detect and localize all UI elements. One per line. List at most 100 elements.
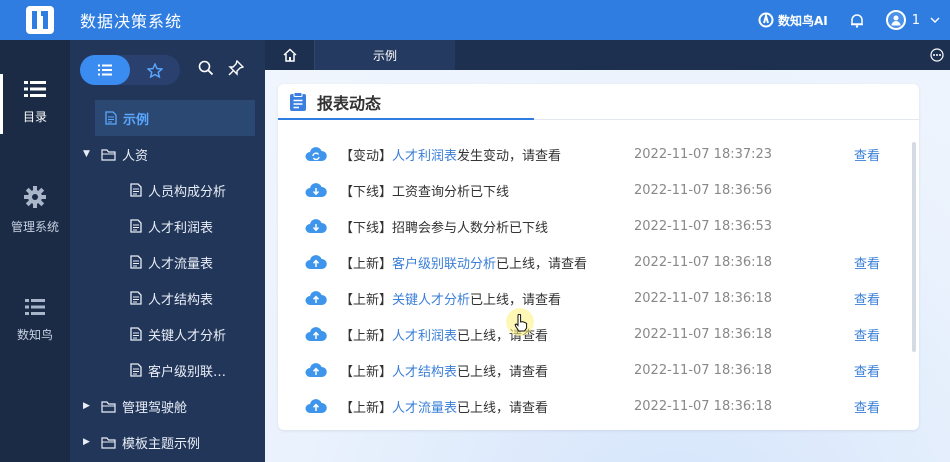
tree-item-label: 人员构成分析 xyxy=(148,184,227,200)
report-activity-card: 报表动态 【变动】人才利润表发生变动，请查看 2022-11-07 18:37:… xyxy=(278,84,919,430)
tree-toolbar xyxy=(70,40,265,100)
tree-item-talent-profit[interactable]: 人才利润表 xyxy=(70,208,265,244)
card-scrollbar[interactable] xyxy=(912,142,916,352)
activity-time: 2022-11-07 18:36:18 xyxy=(634,362,773,378)
clipboard-icon xyxy=(289,91,307,112)
rail-item-directory[interactable]: 目录 xyxy=(0,74,70,134)
bell-icon xyxy=(850,13,863,28)
report-icon xyxy=(130,363,142,377)
folder-icon xyxy=(101,400,116,413)
tree-item-staff-composition[interactable]: 人员构成分析 xyxy=(70,172,265,208)
search-icon xyxy=(198,60,214,76)
tree-item-label: 关键人才分析 xyxy=(148,328,227,344)
activity-row: 【变动】人才利润表发生变动，请查看 2022-11-07 18:37:23 查看 xyxy=(278,136,898,172)
rail-label-directory: 目录 xyxy=(22,110,47,124)
home-tab[interactable] xyxy=(265,40,315,70)
report-icon xyxy=(130,183,142,197)
header-actions: 数知鸟AI 1 xyxy=(758,0,950,40)
folder-icon xyxy=(101,148,116,161)
activity-row: 【上新】客户级别联动分析已上线，请查看 2022-11-07 18:36:18 … xyxy=(278,244,898,280)
tab-more-button[interactable] xyxy=(930,48,944,66)
tree-item-cockpit[interactable]: ▶ 管理驾驶舱 xyxy=(70,388,265,424)
report-link[interactable]: 人才利润表 xyxy=(392,329,457,344)
ai-assistant-button[interactable]: 数知鸟AI xyxy=(758,12,828,29)
gear-icon xyxy=(24,186,46,208)
tree-item-talent-flow[interactable]: 人才流量表 xyxy=(70,244,265,280)
tree-item-hr[interactable]: ▼ 人资 xyxy=(70,136,265,172)
activity-time: 2022-11-07 18:36:53 xyxy=(634,218,773,234)
activity-row: 【上新】关键人才分析已上线，请查看 2022-11-07 18:36:18 查看 xyxy=(278,280,898,316)
report-link[interactable]: 人才结构表 xyxy=(392,365,457,380)
view-link[interactable]: 查看 xyxy=(854,253,880,272)
activity-time: 2022-11-07 18:36:18 xyxy=(634,398,773,414)
view-link[interactable]: 查看 xyxy=(854,361,880,380)
rail-item-shuzhiniao[interactable]: 数知鸟 xyxy=(0,298,70,343)
activity-text: 【上新】客户级别联动分析已上线，请查看 xyxy=(340,256,588,272)
title-underline xyxy=(278,118,534,120)
chevron-down-icon xyxy=(930,17,940,23)
tree-item-label: 人资 xyxy=(122,148,149,164)
tree-item-template-themes[interactable]: ▶ 模板主题示例 xyxy=(70,424,265,460)
report-link[interactable]: 关键人才分析 xyxy=(392,293,470,308)
tree-item-label: 人才利润表 xyxy=(148,220,214,236)
activity-row: 【上新】人才利润表已上线，请查看 2022-11-07 18:36:18 查看 xyxy=(278,316,898,352)
list-icon xyxy=(25,299,45,315)
tree-item-label: 客户级别联… xyxy=(148,364,227,380)
activity-text: 【上新】人才流量表已上线，请查看 xyxy=(340,400,549,416)
activity-time: 2022-11-07 18:36:18 xyxy=(634,326,773,342)
tree-item-label: 示例 xyxy=(123,112,150,128)
cloud-download-icon xyxy=(305,183,327,197)
favorites-button[interactable] xyxy=(130,55,180,85)
hand-pointer-icon xyxy=(514,314,528,332)
activity-text: 【下线】招聘会参与人数分析已下线 xyxy=(340,220,549,236)
report-link[interactable]: 人才利润表 xyxy=(392,149,457,164)
tree-item-example[interactable]: 示例 xyxy=(95,100,255,136)
folder-icon xyxy=(101,436,116,449)
tree-item-label: 人才结构表 xyxy=(148,292,214,308)
pin-icon xyxy=(228,59,245,76)
cloud-upload-icon xyxy=(305,255,327,269)
list-view-button[interactable] xyxy=(80,55,130,85)
caret-down-icon[interactable]: ▼ xyxy=(83,149,95,159)
tree-item-talent-structure[interactable]: 人才结构表 xyxy=(70,280,265,316)
report-link[interactable]: 人才流量表 xyxy=(392,401,457,416)
more-icon xyxy=(930,48,944,62)
tree-search-button[interactable] xyxy=(198,60,214,80)
report-icon xyxy=(130,327,142,341)
tab-bar: 示例 xyxy=(265,40,950,70)
activity-text: 【变动】人才利润表发生变动，请查看 xyxy=(340,148,562,164)
card-header: 报表动态 xyxy=(278,84,919,120)
tree-item-key-talent[interactable]: 关键人才分析 xyxy=(70,316,265,352)
activity-text: 【下线】工资查询分析已下线 xyxy=(340,184,510,200)
report-icon xyxy=(130,219,142,233)
cloud-download-icon xyxy=(305,219,327,233)
tree-item-label: 模板主题示例 xyxy=(122,436,201,452)
activity-text: 【上新】关键人才分析已上线，请查看 xyxy=(340,292,562,308)
user-avatar-icon xyxy=(885,10,906,30)
rail-label-management: 管理系统 xyxy=(10,220,59,234)
activity-row: 【下线】招聘会参与人数分析已下线 2022-11-07 18:36:53 xyxy=(278,208,898,244)
view-link[interactable]: 查看 xyxy=(854,145,880,164)
view-link[interactable]: 查看 xyxy=(854,325,880,344)
tree-item-customer-level[interactable]: 客户级别联… xyxy=(70,352,265,388)
rail-label-shuzhiniao: 数知鸟 xyxy=(16,328,53,342)
tab-example[interactable]: 示例 xyxy=(315,40,455,70)
left-rail: 目录 管理系统 数知鸟 xyxy=(0,40,70,462)
caret-right-icon[interactable]: ▶ xyxy=(83,437,95,447)
pin-panel-button[interactable] xyxy=(228,59,245,80)
rail-item-management[interactable]: 管理系统 xyxy=(0,186,70,235)
notification-button[interactable] xyxy=(850,13,864,28)
main-content: 示例 报表动态 【变动】人才利润表发生变动，请查看 2022-11-07 18:… xyxy=(265,40,950,462)
favorites-star-icon xyxy=(147,62,163,78)
report-icon xyxy=(105,111,117,125)
top-header: 数据决策系统 数知鸟AI 1 xyxy=(0,0,950,40)
user-menu[interactable]: 1 xyxy=(885,10,940,30)
view-link[interactable]: 查看 xyxy=(854,397,880,416)
view-link[interactable]: 查看 xyxy=(854,289,880,308)
app-logo[interactable] xyxy=(26,6,54,34)
activity-time: 2022-11-07 18:36:56 xyxy=(634,182,773,198)
card-title: 报表动态 xyxy=(317,93,382,113)
directory-tree-panel: 示例 ▼ 人资 人员构成分析 人才利润表 人才流量表 人才结构表 关键人才分析 … xyxy=(70,40,265,462)
caret-right-icon[interactable]: ▶ xyxy=(83,401,95,411)
report-link[interactable]: 客户级别联动分析 xyxy=(392,257,496,272)
